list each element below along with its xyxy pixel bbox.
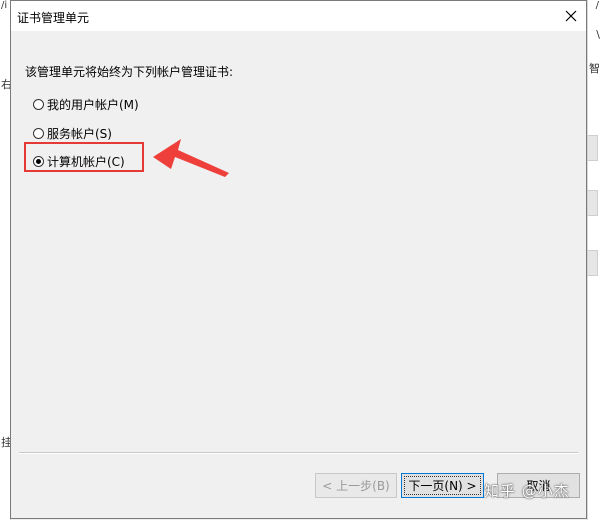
background-scroll-element: [587, 135, 598, 161]
radio-label: 我的用户帐户(M): [47, 98, 139, 112]
button-separator: [19, 452, 578, 454]
radio-label: 服务帐户(S): [47, 127, 112, 141]
watermark: 知乎 @小杰: [484, 482, 570, 500]
dialog-titlebar: 证书管理单元: [11, 1, 586, 31]
radio-button[interactable]: [33, 99, 44, 110]
background-text-fragment: /: [595, 0, 599, 11]
background-text-fragment: \: [596, 28, 600, 41]
dialog-title: 证书管理单元: [17, 11, 90, 25]
close-button[interactable]: [556, 1, 586, 31]
next-button[interactable]: 下一页(N) >: [401, 473, 484, 498]
next-button-label: 下一页(N) >: [408, 479, 477, 493]
radio-my-user-account[interactable]: 我的用户帐户(M): [33, 96, 139, 113]
background-scroll-element: [587, 250, 598, 276]
radio-service-account[interactable]: 服务帐户(S): [33, 125, 112, 142]
account-prompt: 该管理单元将始终为下列帐户管理证书:: [25, 65, 234, 79]
background-text-fragment: 智: [589, 62, 600, 75]
background-scroll-element: [587, 190, 598, 216]
certificate-snapin-dialog: 证书管理单元 该管理单元将始终为下列帐户管理证书: 我的用户帐户(M) 服务帐户…: [10, 0, 587, 519]
previous-button[interactable]: < 上一步(B): [315, 473, 397, 498]
highlight-box: [24, 142, 144, 172]
background-text-fragment: /i: [1, 0, 8, 11]
radio-button[interactable]: [33, 128, 44, 139]
close-icon: [565, 10, 577, 22]
red-arrow-icon: [153, 139, 229, 177]
